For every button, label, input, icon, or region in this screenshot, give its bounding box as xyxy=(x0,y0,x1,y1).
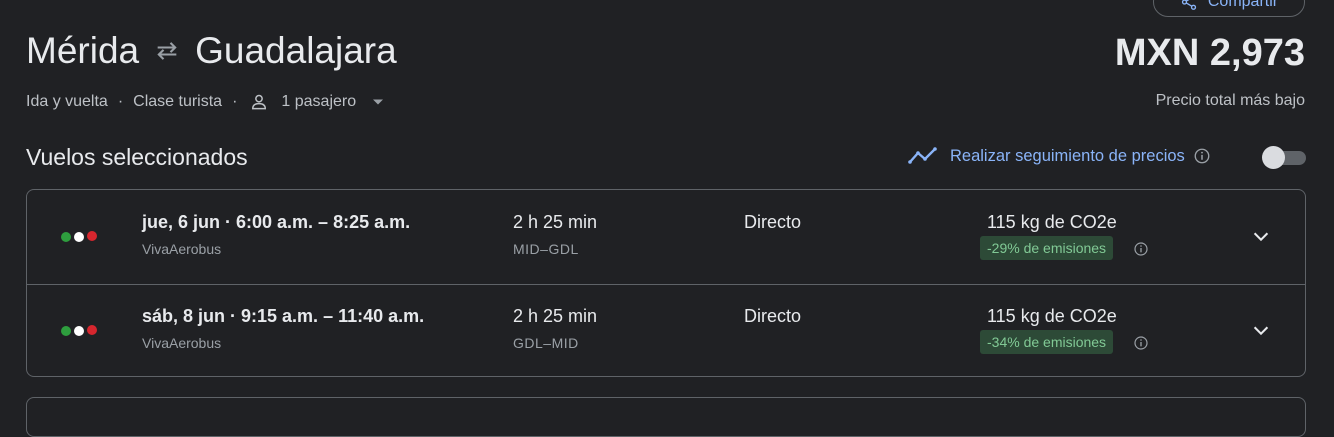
flight-route: MID–GDL xyxy=(513,241,579,257)
flight-duration: 2 h 25 min xyxy=(513,306,598,326)
share-label: Compartir xyxy=(1207,0,1279,10)
emissions-badge: -29% de emisiones xyxy=(980,236,1114,260)
separator-dot: · xyxy=(117,93,124,110)
chevron-down-icon[interactable] xyxy=(1250,319,1272,341)
track-prices-link[interactable]: Realizar seguimiento de precios xyxy=(908,146,1211,166)
vivaaerobus-logo-icon xyxy=(61,325,97,336)
swap-arrows-icon xyxy=(157,42,177,60)
emissions-badge: -34% de emisiones xyxy=(980,330,1114,354)
flight-datetime: sáb, 8 jun · 9:15 a.m. – 11:40 a.m. xyxy=(142,306,425,326)
next-card xyxy=(26,397,1306,437)
origin-city: Mérida xyxy=(26,30,140,71)
cabin-class: Clase turista xyxy=(133,93,223,110)
vivaaerobus-logo-icon xyxy=(61,231,97,242)
selected-flights-list: jue, 6 jun · 6:00 a.m. – 8:25 a.m. VivaA… xyxy=(26,189,1306,377)
flight-row[interactable]: jue, 6 jun · 6:00 a.m. – 8:25 a.m. VivaA… xyxy=(27,190,1305,285)
info-icon[interactable] xyxy=(1133,241,1149,257)
destination-city: Guadalajara xyxy=(195,30,397,71)
track-prices-toggle[interactable] xyxy=(1262,146,1306,169)
person-icon xyxy=(252,94,267,110)
caret-down-icon[interactable] xyxy=(372,96,384,108)
share-icon xyxy=(1181,0,1196,10)
info-icon[interactable] xyxy=(1133,335,1149,351)
trend-line-icon xyxy=(908,147,937,164)
passenger-selector[interactable]: 1 pasajero xyxy=(281,93,356,111)
flight-emissions: 115 kg de CO2e xyxy=(987,306,1117,326)
separator-dot: · xyxy=(232,93,238,110)
share-button[interactable]: Compartir xyxy=(1153,0,1305,17)
flight-emissions: 115 kg de CO2e xyxy=(987,212,1117,232)
total-price: MXN 2,973 xyxy=(1114,32,1305,74)
price-subtitle: Precio total más bajo xyxy=(1155,92,1305,109)
flight-stops: Directo xyxy=(744,212,802,232)
toggle-knob xyxy=(1262,146,1285,169)
flight-route: GDL–MID xyxy=(513,335,579,351)
info-icon[interactable] xyxy=(1193,147,1211,165)
track-prices-label: Realizar seguimiento de precios xyxy=(950,146,1185,165)
route-title: Mérida Guadalajara xyxy=(26,30,397,72)
flight-stops: Directo xyxy=(744,306,802,326)
selected-flights-heading: Vuelos seleccionados xyxy=(26,144,248,170)
passenger-count: 1 pasajero xyxy=(281,93,357,110)
trip-type: Ida y vuelta xyxy=(26,93,108,110)
trip-options: Ida y vuelta · Clase turista · 1 pasajer… xyxy=(26,92,384,112)
chevron-down-icon[interactable] xyxy=(1250,225,1272,247)
airline-name: VivaAerobus xyxy=(142,241,222,257)
flight-duration: 2 h 25 min xyxy=(513,212,598,232)
flight-datetime: jue, 6 jun · 6:00 a.m. – 8:25 a.m. xyxy=(142,212,411,232)
airline-name: VivaAerobus xyxy=(142,335,222,351)
flight-row[interactable]: sáb, 8 jun · 9:15 a.m. – 11:40 a.m. Viva… xyxy=(27,284,1305,378)
